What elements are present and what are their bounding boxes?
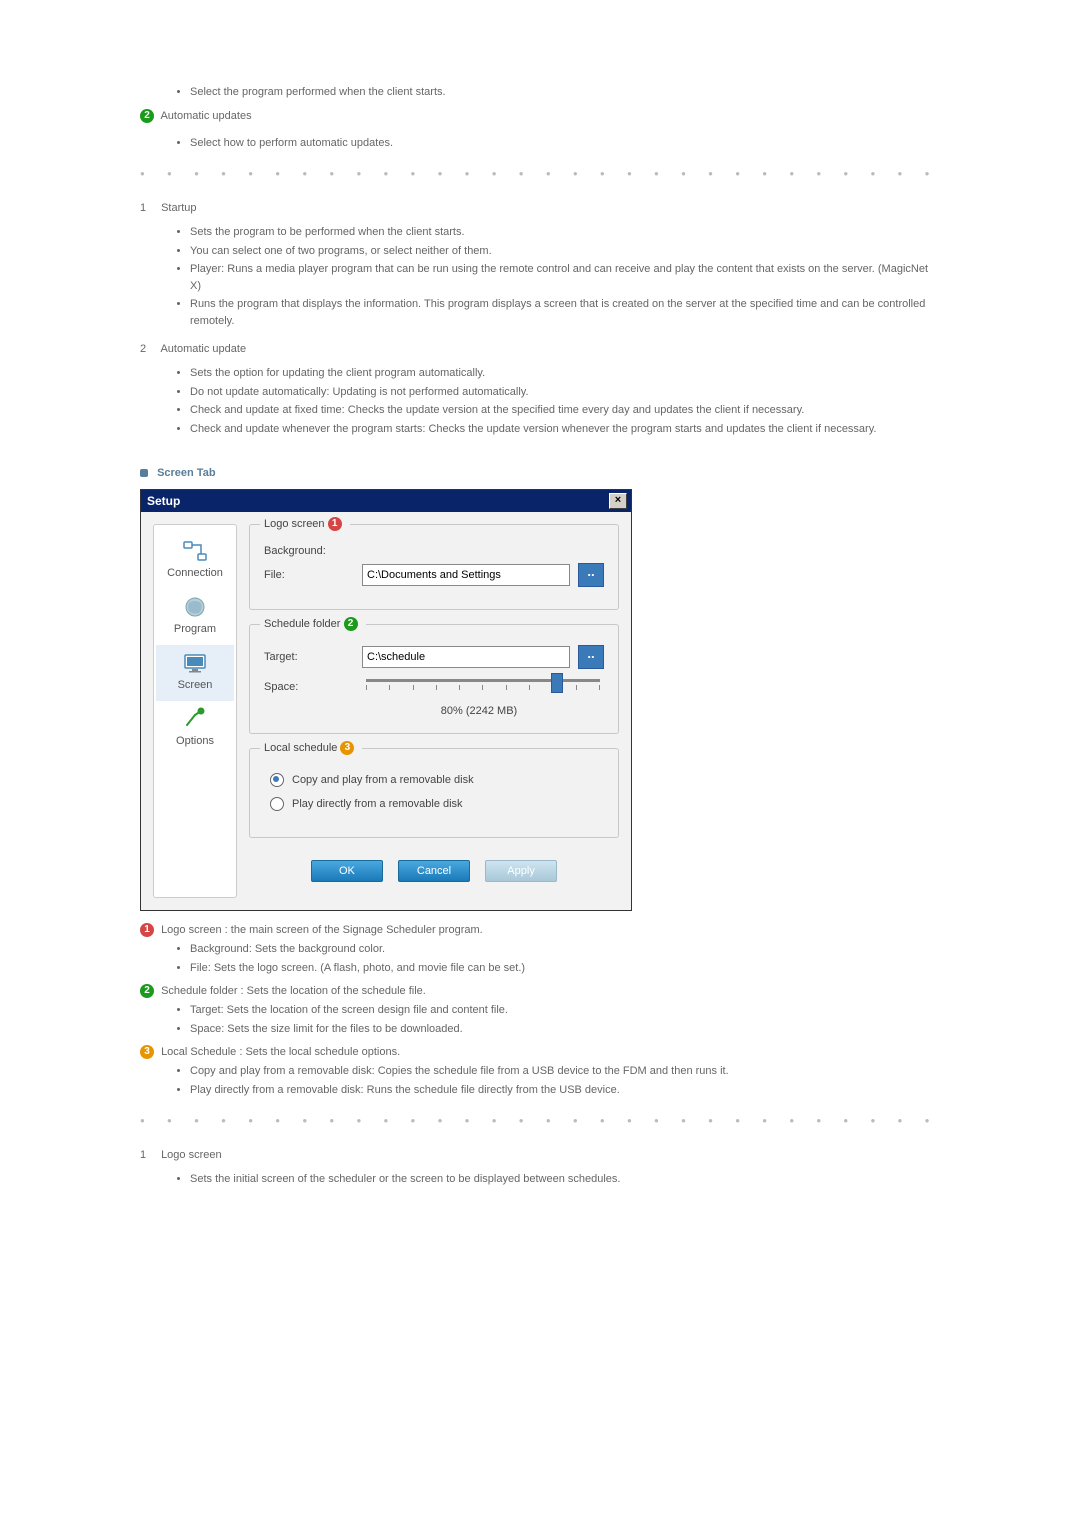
sec2-b2: Do not update automatically: Updating is… [190,384,940,401]
dialog-titlebar: Setup × [141,490,631,512]
radio-icon [270,773,284,787]
local-schedule-legend: Local schedule [264,742,337,754]
desc2-b1: Target: Sets the location of the screen … [190,1002,940,1019]
sidebar-item-screen[interactable]: Screen [156,645,234,701]
desc3-b2: Play directly from a removable disk: Run… [190,1082,940,1099]
slider-thumb[interactable] [551,673,563,693]
sidebar-item-connection[interactable]: Connection [156,533,234,589]
setup-dialog: Setup × Connection Program [140,489,632,911]
sec1-b2: You can select one of two programs, or s… [190,243,940,260]
badge-2-icon: 2 [140,109,154,123]
sec2-num: 2 [140,343,158,355]
connection-icon [181,539,209,563]
sec3-b1: Sets the initial screen of the scheduler… [190,1171,940,1188]
divider-dots: ● ● ● ● ● ● ● ● ● ● ● ● ● ● ● ● ● ● ● ● … [140,169,940,178]
radio-play-direct-label: Play directly from a removable disk [292,798,463,810]
radio-icon [270,797,284,811]
space-label: Space: [264,681,354,693]
divider-dots-2: ● ● ● ● ● ● ● ● ● ● ● ● ● ● ● ● ● ● ● ● … [140,1116,940,1125]
badge-1b-icon: 1 [140,923,154,937]
background-label: Background: [264,545,354,557]
target-browse-button[interactable]: .. [578,645,604,669]
desc1-b1: Background: Sets the background color. [190,941,940,958]
file-browse-button[interactable]: .. [578,563,604,587]
space-slider[interactable] [362,675,604,699]
sidebar-label-options: Options [158,735,232,747]
space-value: 80% (2242 MB) [354,705,604,717]
sec3-num: 1 [140,1149,158,1161]
sec1-num: 1 [140,202,158,214]
sec2-b1: Sets the option for updating the client … [190,365,940,382]
sec3-title: Logo screen [161,1149,222,1161]
logo-screen-legend: Logo screen [264,518,325,530]
dialog-sidebar: Connection Program Screen [153,524,237,898]
desc2-title: Schedule folder : Sets the location of t… [161,985,426,997]
radio-copy-play[interactable]: Copy and play from a removable disk [270,773,604,787]
target-label: Target: [264,651,354,663]
sec2-b3: Check and update at fixed time: Checks t… [190,402,940,419]
desc3-b1: Copy and play from a removable disk: Cop… [190,1063,940,1080]
desc1-title: Logo screen : the main screen of the Sig… [161,924,483,936]
close-icon[interactable]: × [609,493,627,509]
file-input[interactable] [362,564,570,586]
badge-2c-icon: 2 [140,984,154,998]
cancel-button[interactable]: Cancel [398,860,470,882]
badge-3-icon: 3 [340,741,354,755]
sidebar-item-options[interactable]: Options [156,701,234,757]
desc2-b2: Space: Sets the size limit for the files… [190,1021,940,1038]
desc1-b2: File: Sets the logo screen. (A flash, ph… [190,960,940,977]
section-bullet-icon [140,469,148,477]
slider-ticks [366,685,600,691]
intro-bullet1: Select the program performed when the cl… [190,84,940,101]
target-input[interactable] [362,646,570,668]
schedule-folder-legend: Schedule folder [264,618,340,630]
sidebar-label-program: Program [158,623,232,635]
sec1-b3: Player: Runs a media player program that… [190,261,940,294]
program-icon [181,595,209,619]
group-logo-screen: Logo screen 1 Background: File: .. [249,524,619,610]
sec1-b4: Runs the program that displays the infor… [190,296,940,329]
ok-button[interactable]: OK [311,860,383,882]
file-label: File: [264,569,354,581]
badge-3b-icon: 3 [140,1045,154,1059]
options-icon [181,707,209,731]
desc3-title: Local Schedule : Sets the local schedule… [161,1046,400,1058]
sidebar-label-screen: Screen [158,679,232,691]
group-schedule-folder: Schedule folder 2 Target: .. Space: [249,624,619,734]
sec2-b4: Check and update whenever the program st… [190,421,940,438]
sec1-title: Startup [161,202,196,214]
apply-button[interactable]: Apply [485,860,557,882]
sec1-b1: Sets the program to be performed when th… [190,224,940,241]
radio-play-direct[interactable]: Play directly from a removable disk [270,797,604,811]
automatic-updates-heading: Automatic updates [160,109,251,121]
slider-track [366,679,600,682]
badge-2b-icon: 2 [344,617,358,631]
sidebar-item-program[interactable]: Program [156,589,234,645]
intro-bullet2: Select how to perform automatic updates. [190,135,940,152]
radio-copy-play-label: Copy and play from a removable disk [292,774,474,786]
screen-icon [181,651,209,675]
dialog-title: Setup [147,494,180,508]
sidebar-label-connection: Connection [158,567,232,579]
sec2-title: Automatic update [160,343,246,355]
badge-1-icon: 1 [328,517,342,531]
group-local-schedule: Local schedule 3 Copy and play from a re… [249,748,619,838]
screen-tab-heading: Screen Tab [157,467,216,479]
